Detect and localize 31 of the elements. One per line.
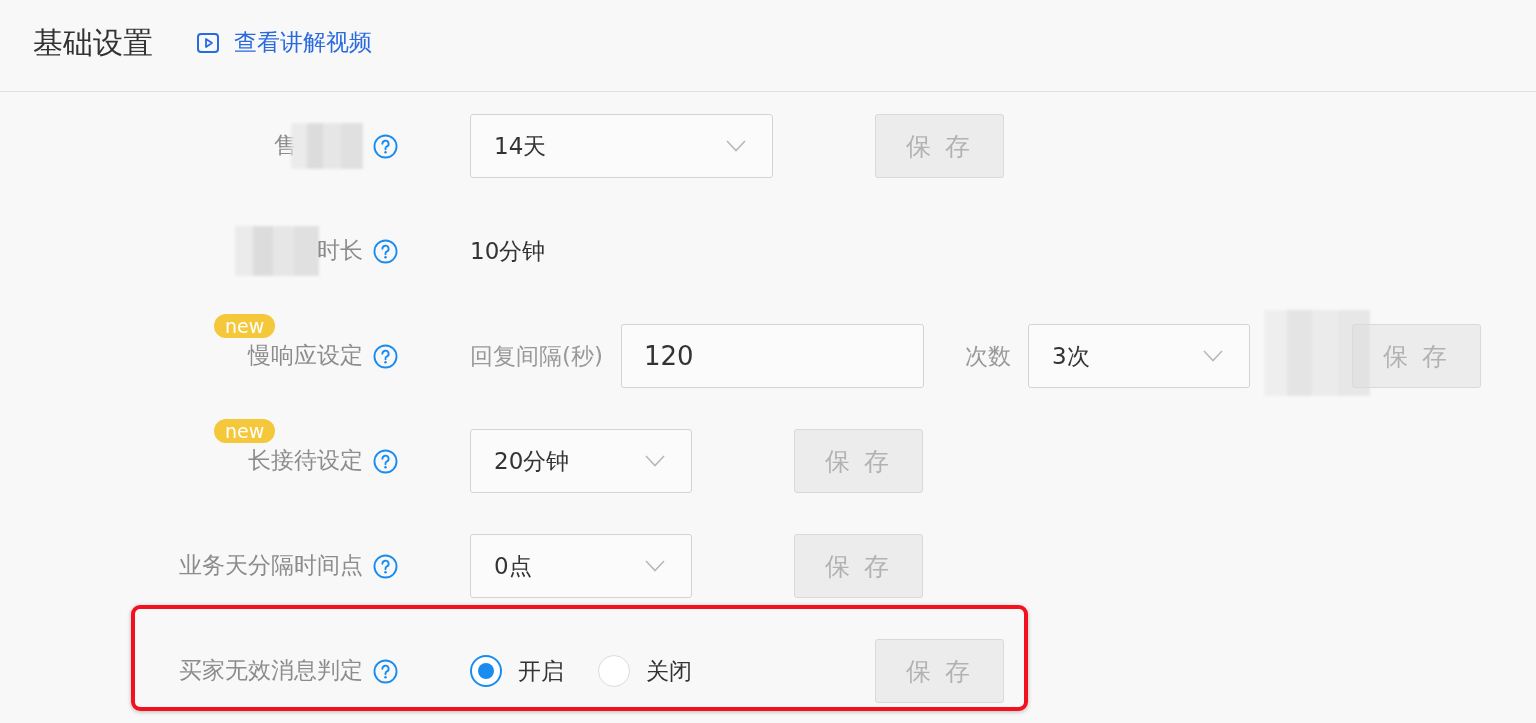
chevron-down-icon	[645, 455, 665, 467]
help-icon[interactable]	[373, 553, 398, 579]
setting-label: 慢响应设定	[248, 342, 363, 369]
input-field[interactable]: 120	[620, 324, 924, 388]
radio-option[interactable]: 关闭	[598, 655, 692, 687]
play-icon	[197, 32, 219, 53]
chevron-down-icon	[645, 560, 665, 572]
select-dropdown[interactable]: 0点	[470, 534, 692, 598]
setting-label: 时长	[317, 237, 363, 264]
setting-label: 业务天分隔时间点	[179, 552, 363, 579]
setting-value: 10分钟	[470, 236, 546, 266]
count-label: 次数	[964, 341, 1011, 371]
video-link[interactable]: 查看讲解视频	[197, 28, 372, 57]
select-dropdown[interactable]: 20分钟	[470, 429, 692, 493]
setting-label: 买家无效消息判定	[179, 657, 363, 684]
setting-label: 长接待设定	[248, 447, 363, 474]
chevron-down-icon	[1202, 350, 1223, 362]
new-badge: new	[214, 419, 276, 444]
help-icon[interactable]	[373, 658, 398, 684]
page-title: 基础设置	[33, 24, 153, 61]
chevron-down-icon	[726, 140, 746, 152]
setting-label: 售	[274, 132, 297, 159]
select-dropdown[interactable]: 3次	[1027, 324, 1250, 388]
help-icon[interactable]	[373, 448, 398, 474]
radio-option[interactable]: 开启	[470, 655, 564, 687]
select-dropdown[interactable]: 14天	[470, 114, 773, 178]
help-icon[interactable]	[373, 238, 398, 264]
help-icon[interactable]	[373, 343, 398, 369]
help-icon[interactable]	[373, 133, 398, 159]
new-badge: new	[214, 314, 276, 339]
interval-label: 回复间隔(秒)	[470, 341, 603, 371]
